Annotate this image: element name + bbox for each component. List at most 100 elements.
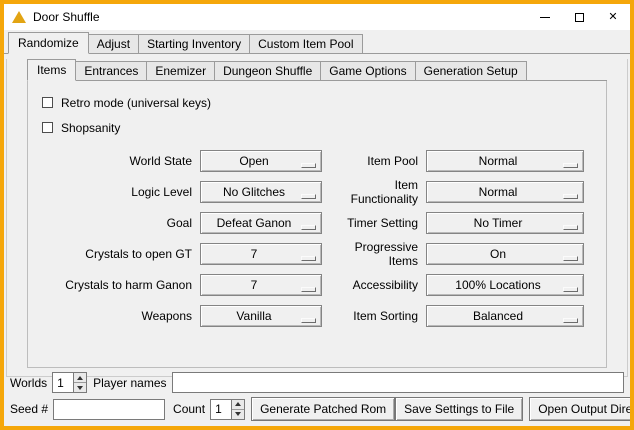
arrow-down-icon [77,386,83,390]
tab-generation-setup[interactable]: Generation Setup [415,61,527,80]
dropdown-value: 7 [251,278,272,292]
count-spinner[interactable]: 1 [210,399,245,420]
dropdown-indicator-icon [301,194,316,199]
worlds-spinner[interactable]: 1 [52,372,87,393]
minimize-button[interactable] [528,4,562,30]
window-title: Door Shuffle [33,10,100,24]
dropdown-value: Balanced [473,309,537,323]
tab-dungeon-shuffle[interactable]: Dungeon Shuffle [214,61,321,80]
setting-row: Crystals to open GT 7 Progressive Items … [40,238,606,269]
seed-input[interactable] [53,399,165,420]
setting-row: Goal Defeat Ganon Timer Setting No Timer [40,207,606,238]
dropdown-indicator-icon [563,256,578,261]
item-functionality-dropdown[interactable]: Normal [426,181,584,203]
app-window: Door Shuffle ✕ Randomize Adjust Starting… [0,0,634,430]
shopsanity-label: Shopsanity [61,121,120,135]
spinner-down-button[interactable] [232,410,244,419]
item-pool-label: Item Pool [324,154,426,168]
title-bar[interactable]: Door Shuffle ✕ [4,4,630,30]
setting-row: Weapons Vanilla Item Sorting Balanced [40,300,606,331]
logic-level-label: Logic Level [40,185,200,199]
maximize-button[interactable] [562,4,596,30]
world-state-dropdown[interactable]: Open [200,150,322,172]
retro-mode-checkbox[interactable]: Retro mode (universal keys) [42,90,606,115]
dropdown-value: No Glitches [223,185,299,199]
tab-items[interactable]: Items [27,59,76,81]
seed-label: Seed # [10,402,53,416]
spinner-up-button[interactable] [232,400,244,410]
progressive-items-dropdown[interactable]: On [426,243,584,265]
worlds-value: 1 [53,373,73,392]
arrow-up-icon [77,376,83,380]
setting-row: Logic Level No Glitches Item Functionali… [40,176,606,207]
window-content: Randomize Adjust Starting Inventory Cust… [4,30,630,426]
item-sorting-label: Item Sorting [324,309,426,323]
player-names-input[interactable] [172,372,625,393]
open-output-button[interactable]: Open Output Directory [529,397,630,421]
dropdown-value: Defeat Ganon [217,216,306,230]
dropdown-value: Normal [479,154,532,168]
dropdown-value: No Timer [474,216,537,230]
progressive-items-label: Progressive Items [324,240,426,268]
dropdown-value: Vanilla [236,309,285,323]
bottom-controls: Worlds 1 Player names Seed # Count 1 [10,368,624,421]
save-settings-button[interactable]: Save Settings to File [395,397,523,421]
item-sorting-dropdown[interactable]: Balanced [426,305,584,327]
dropdown-value: On [490,247,520,261]
dropdown-indicator-icon [563,287,578,292]
crystals-ganon-label: Crystals to harm Ganon [40,278,200,292]
minimize-icon [540,17,550,18]
tab-starting-inventory[interactable]: Starting Inventory [138,34,250,53]
checkbox-icon[interactable] [42,97,53,108]
arrow-down-icon [235,412,241,416]
spinner-buttons [231,400,244,419]
worlds-label: Worlds [10,376,52,390]
crystals-gt-dropdown[interactable]: 7 [200,243,322,265]
count-label: Count [173,402,210,416]
tab-game-options[interactable]: Game Options [320,61,415,80]
dropdown-value: 7 [251,247,272,261]
tab-adjust[interactable]: Adjust [88,34,139,53]
worlds-row: Worlds 1 Player names [10,372,624,393]
dropdown-value: Open [239,154,282,168]
item-functionality-label: Item Functionality [324,178,426,206]
tab-custom-item-pool[interactable]: Custom Item Pool [249,34,362,53]
crystals-ganon-dropdown[interactable]: 7 [200,274,322,296]
primary-tab-bar: Randomize Adjust Starting Inventory Cust… [4,32,630,54]
logic-level-dropdown[interactable]: No Glitches [200,181,322,203]
items-panel: Retro mode (universal keys) Shopsanity W… [27,81,607,368]
maximize-icon [575,13,584,22]
secondary-tab-bar: Items Entrances Enemizer Dungeon Shuffle… [27,59,607,81]
timer-setting-label: Timer Setting [324,216,426,230]
player-names-label: Player names [93,376,171,390]
close-icon: ✕ [608,12,617,23]
count-value: 1 [211,400,231,419]
tab-entrances[interactable]: Entrances [75,61,147,80]
spinner-down-button[interactable] [74,383,86,392]
shopsanity-checkbox[interactable]: Shopsanity [42,115,606,140]
close-button[interactable]: ✕ [596,4,630,30]
retro-mode-label: Retro mode (universal keys) [61,96,211,110]
item-pool-dropdown[interactable]: Normal [426,150,584,172]
crystals-gt-label: Crystals to open GT [40,247,200,261]
dropdown-indicator-icon [563,318,578,323]
dropdown-value: 100% Locations [455,278,554,292]
dropdown-indicator-icon [563,163,578,168]
weapons-dropdown[interactable]: Vanilla [200,305,322,327]
goal-dropdown[interactable]: Defeat Ganon [200,212,322,234]
settings-grid: World State Open Item Pool Normal Logic … [40,145,606,331]
world-state-label: World State [40,154,200,168]
spinner-buttons [73,373,86,392]
dropdown-indicator-icon [301,163,316,168]
timer-setting-dropdown[interactable]: No Timer [426,212,584,234]
generate-rom-button[interactable]: Generate Patched Rom [251,397,395,421]
checkbox-icon[interactable] [42,122,53,133]
tab-randomize[interactable]: Randomize [8,32,89,54]
dropdown-indicator-icon [301,225,316,230]
spinner-up-button[interactable] [74,373,86,383]
accessibility-dropdown[interactable]: 100% Locations [426,274,584,296]
app-icon [12,11,26,23]
dropdown-indicator-icon [301,256,316,261]
dropdown-indicator-icon [301,287,316,292]
tab-enemizer[interactable]: Enemizer [146,61,215,80]
